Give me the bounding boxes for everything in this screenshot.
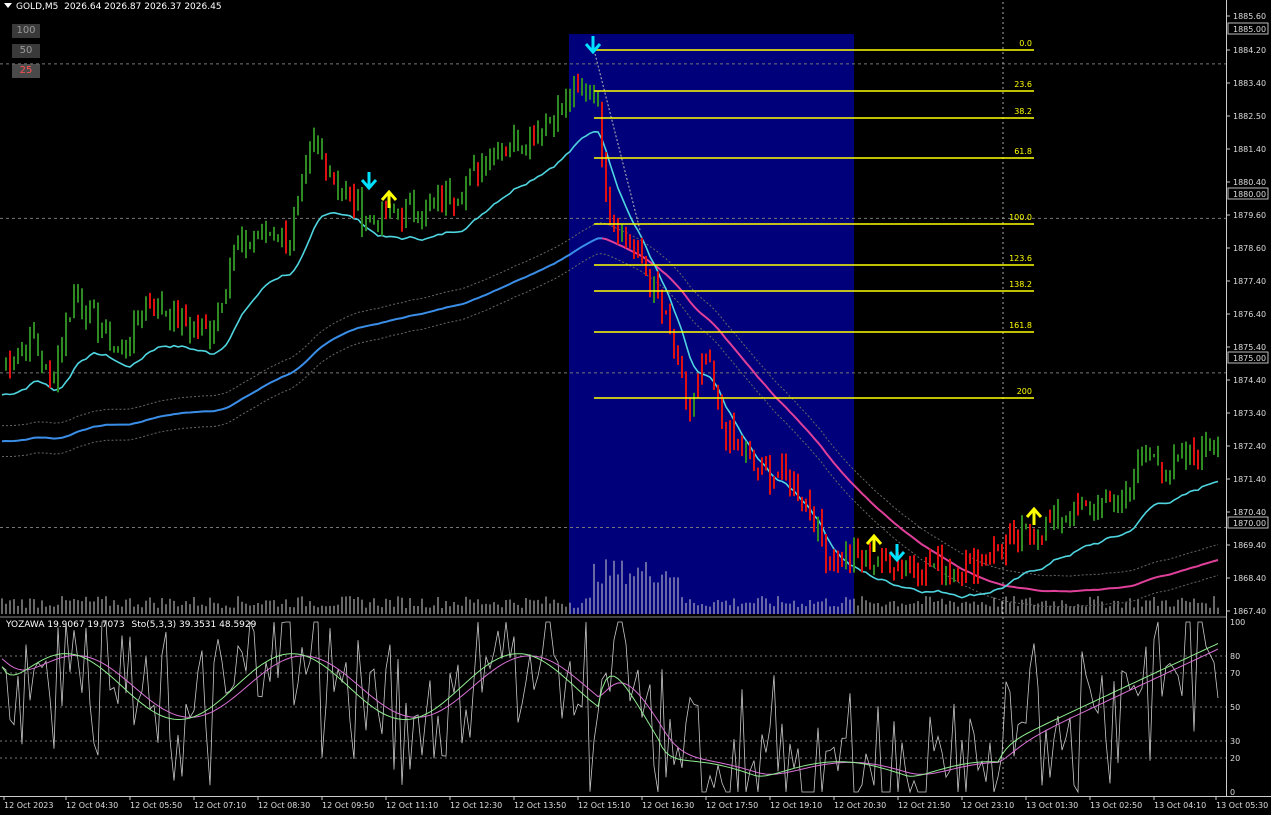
up-arrow-icon — [1025, 506, 1043, 525]
stoch-tick-label: 0 — [1230, 788, 1235, 797]
time-tick-label: 12 Oct 21:50 — [898, 801, 950, 810]
price-tick-label: 1873.40 — [1233, 409, 1266, 418]
price-tick-label: 1870.40 — [1233, 508, 1266, 517]
time-tick-label: 12 Oct 23:10 — [962, 801, 1014, 810]
price-tick-label: 1874.40 — [1233, 376, 1266, 385]
time-tick-label: 13 Oct 05:30 — [1216, 801, 1268, 810]
price-tick-label: 1884.20 — [1233, 46, 1266, 55]
price-tick-label: 1881.40 — [1233, 145, 1266, 154]
price-tick-label: 1869.40 — [1233, 541, 1266, 550]
stoch-tick-label: 80 — [1230, 652, 1240, 661]
fib-level-label: 0.0 — [1019, 39, 1032, 48]
fib-level-label: 61.8 — [1014, 147, 1032, 156]
fib-level-label: 123.6 — [1009, 254, 1032, 263]
time-tick-label: 12 Oct 04:30 — [66, 801, 118, 810]
price-boxed-label: 1885.00 — [1233, 25, 1266, 34]
price-boxed-label: 1880.00 — [1233, 190, 1266, 199]
price-chart[interactable]: 0.023.638.261.8100.0123.6138.2161.8200 1… — [0, 0, 1271, 815]
time-tick-label: 13 Oct 02:50 — [1090, 801, 1142, 810]
price-tick-label: 1882.50 — [1233, 112, 1266, 121]
stoch-tick-label: 50 — [1230, 703, 1240, 712]
down-arrow-icon — [360, 172, 378, 191]
price-tick-label: 1867.40 — [1233, 607, 1266, 616]
time-tick-label: 12 Oct 13:50 — [514, 801, 566, 810]
fib-level-label: 100.0 — [1009, 213, 1032, 222]
time-tick-label: 12 Oct 15:10 — [578, 801, 630, 810]
price-tick-label: 1885.60 — [1233, 12, 1266, 21]
time-tick-label: 13 Oct 04:10 — [1154, 801, 1206, 810]
fib-level-label: 38.2 — [1014, 107, 1032, 116]
stoch-tick-label: 70 — [1230, 669, 1240, 678]
price-boxed-label: 1875.00 — [1233, 354, 1266, 363]
fib-level-label: 23.6 — [1014, 80, 1032, 89]
fib-level-label: 161.8 — [1009, 321, 1032, 330]
price-tick-label: 1876.40 — [1233, 310, 1266, 319]
time-tick-label: 12 Oct 09:50 — [322, 801, 374, 810]
stoch-tick-label: 30 — [1230, 737, 1240, 746]
price-tick-label: 1868.40 — [1233, 574, 1266, 583]
time-tick-label: 13 Oct 01:30 — [1026, 801, 1078, 810]
price-tick-label: 1878.60 — [1233, 244, 1266, 253]
stoch-tick-label: 100 — [1230, 618, 1245, 627]
price-tick-label: 1877.40 — [1233, 277, 1266, 286]
price-tick-label: 1875.40 — [1233, 343, 1266, 352]
fib-level-label: 138.2 — [1009, 280, 1032, 289]
price-tick-label: 1883.40 — [1233, 79, 1266, 88]
time-tick-label: 12 Oct 19:10 — [770, 801, 822, 810]
price-tick-label: 1872.40 — [1233, 442, 1266, 451]
slow-ma-blue — [1, 237, 603, 443]
stoch-signal-line — [1, 648, 1219, 775]
time-tick-label: 12 Oct 17:50 — [706, 801, 758, 810]
down-arrow-icon — [888, 544, 906, 563]
price-boxed-label: 1870.00 — [1233, 519, 1266, 528]
price-tick-label: 1880.40 — [1233, 178, 1266, 187]
time-tick-label: 12 Oct 12:30 — [450, 801, 502, 810]
stochastic-panel — [0, 616, 1226, 794]
price-tick-label: 1879.60 — [1233, 211, 1266, 220]
fib-level-label: 200 — [1017, 387, 1032, 396]
time-tick-label: 12 Oct 20:30 — [834, 801, 886, 810]
time-tick-label: 12 Oct 16:30 — [642, 801, 694, 810]
time-tick-label: 12 Oct 2023 — [4, 801, 53, 810]
price-tick-label: 1871.40 — [1233, 475, 1266, 484]
time-tick-label: 12 Oct 05:50 — [130, 801, 182, 810]
time-tick-label: 12 Oct 08:30 — [258, 801, 310, 810]
time-tick-label: 12 Oct 07:10 — [194, 801, 246, 810]
stoch-tick-label: 20 — [1230, 754, 1240, 763]
time-tick-label: 12 Oct 11:10 — [386, 801, 438, 810]
